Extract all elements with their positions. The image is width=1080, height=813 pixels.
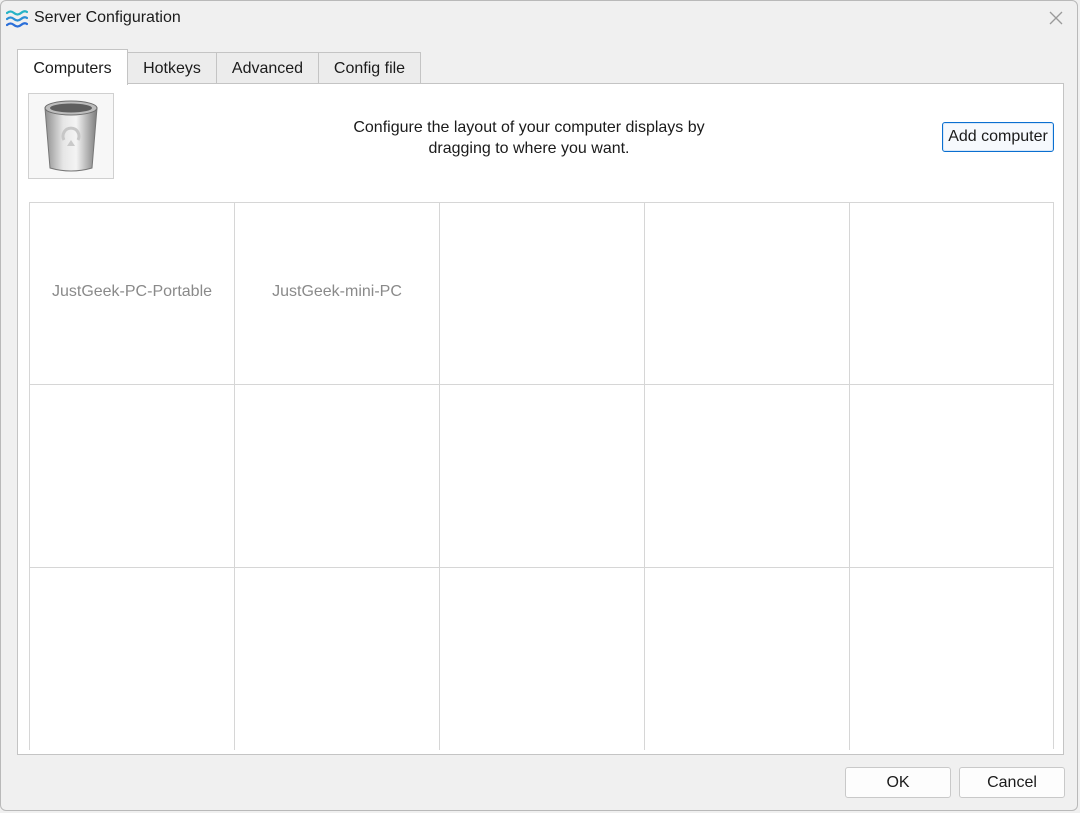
instructions-line-1: Configure the layout of your computer di…: [353, 119, 705, 136]
close-icon[interactable]: [1045, 7, 1067, 29]
trash-bin-icon[interactable]: [28, 93, 114, 179]
grid-cell[interactable]: [849, 567, 1054, 750]
tab-hotkeys[interactable]: Hotkeys: [127, 52, 217, 84]
grid-cell[interactable]: [849, 203, 1054, 386]
grid-cell[interactable]: [29, 567, 234, 750]
ok-button[interactable]: OK: [845, 767, 951, 798]
grid-cell[interactable]: [234, 385, 439, 568]
tab-label: Config file: [333, 60, 406, 77]
grid-cell[interactable]: [644, 203, 849, 386]
grid-cell[interactable]: [439, 567, 644, 750]
cancel-button[interactable]: Cancel: [959, 767, 1065, 798]
computers-panel: Configure the layout of your computer di…: [17, 83, 1064, 755]
waves-icon: [5, 8, 29, 30]
computer-name[interactable]: JustGeek-mini-PC: [272, 283, 402, 301]
tab-label: Advanced: [231, 60, 304, 77]
screen-layout-grid: JustGeek-PC-Portable JustGeek-mini-PC: [29, 202, 1054, 750]
grid-cell[interactable]: [29, 385, 234, 568]
grid-cell[interactable]: [234, 567, 439, 750]
grid-cell[interactable]: [439, 385, 644, 568]
grid-cell[interactable]: JustGeek-PC-Portable: [29, 203, 234, 386]
server-configuration-dialog: Server Configuration Computers Hotkeys A…: [0, 0, 1078, 811]
tab-config-file[interactable]: Config file: [318, 52, 421, 84]
tab-advanced[interactable]: Advanced: [216, 52, 319, 84]
grid-cell[interactable]: [849, 385, 1054, 568]
title-bar[interactable]: Server Configuration: [1, 1, 1077, 37]
grid-cell[interactable]: [644, 567, 849, 750]
instructions-line-2: dragging to where you want.: [428, 140, 630, 157]
tab-label: Computers: [33, 60, 112, 77]
grid-cell[interactable]: [439, 203, 644, 386]
tab-computers[interactable]: Computers: [17, 49, 128, 85]
add-computer-button[interactable]: Add computer: [942, 122, 1054, 152]
grid-cell[interactable]: JustGeek-mini-PC: [234, 203, 439, 386]
window-title: Server Configuration: [34, 9, 181, 26]
grid-cell[interactable]: [644, 385, 849, 568]
instructions-text: Configure the layout of your computer di…: [344, 117, 714, 159]
tab-label: Hotkeys: [143, 60, 201, 77]
computer-name[interactable]: JustGeek-PC-Portable: [52, 283, 212, 301]
